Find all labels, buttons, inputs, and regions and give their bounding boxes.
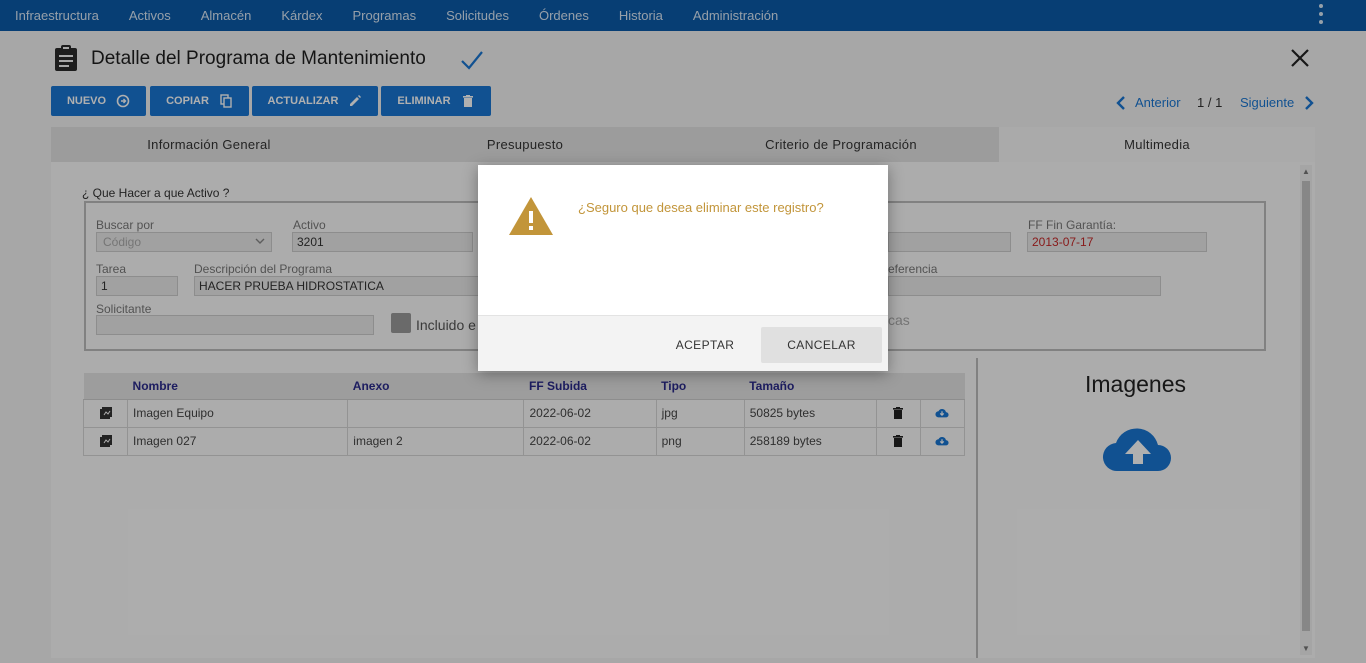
- cancelar-button[interactable]: CANCELAR: [761, 327, 882, 363]
- dialog-footer: ACEPTAR CANCELAR: [478, 315, 888, 371]
- aceptar-button[interactable]: ACEPTAR: [667, 328, 743, 362]
- dialog-message: ¿Seguro que desea eliminar este registro…: [578, 200, 824, 215]
- confirm-delete-dialog: ¿Seguro que desea eliminar este registro…: [478, 165, 888, 371]
- warning-icon: [509, 197, 553, 235]
